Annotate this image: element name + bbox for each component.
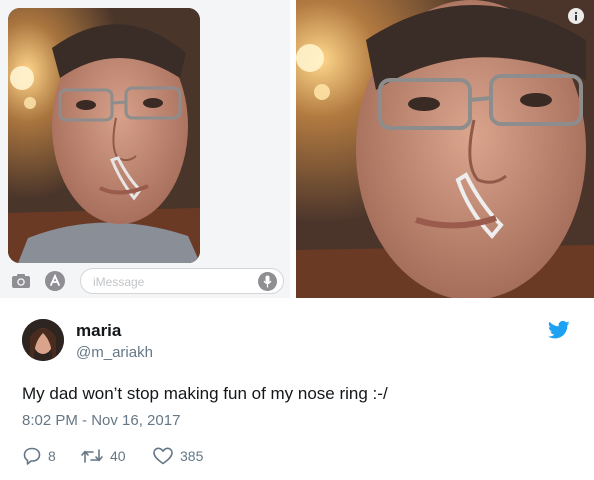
photo-right-closeup[interactable] (296, 0, 594, 298)
tweet-timestamp[interactable]: 8:02 PM - Nov 16, 2017 (22, 412, 180, 429)
photo-left-imessage-screenshot[interactable]: iMessage (0, 0, 293, 298)
tweet-text: My dad won’t stop making fun of my nose … (22, 384, 388, 403)
reply-count: 8 (48, 448, 56, 464)
info-icon[interactable] (568, 8, 584, 24)
app-store-icon[interactable] (44, 270, 66, 292)
selfie-photo (8, 8, 200, 263)
like-count: 385 (180, 448, 204, 464)
message-input-placeholder: iMessage (93, 275, 145, 289)
twitter-bird-icon[interactable] (548, 320, 570, 340)
user-handle[interactable]: @m_ariakh (76, 344, 153, 361)
heart-icon (153, 447, 173, 465)
like-button[interactable]: 385 (152, 446, 203, 466)
closeup-image (296, 0, 594, 298)
tweet: maria @m_ariakh My dad won’t stop making… (0, 300, 594, 480)
microphone-icon[interactable] (258, 272, 277, 291)
reply-button[interactable]: 8 (22, 446, 56, 466)
camera-icon[interactable] (10, 270, 32, 292)
reply-icon (23, 447, 41, 465)
selfie-image (8, 8, 200, 263)
imessage-input-bar: iMessage (6, 266, 288, 296)
display-name[interactable]: maria (76, 321, 121, 341)
tweet-photos: iMessage (0, 0, 594, 300)
retweet-count: 40 (110, 448, 126, 464)
retweet-icon (81, 449, 103, 463)
message-input[interactable]: iMessage (80, 268, 284, 294)
retweet-button[interactable]: 40 (80, 446, 126, 466)
avatar[interactable] (22, 319, 64, 361)
